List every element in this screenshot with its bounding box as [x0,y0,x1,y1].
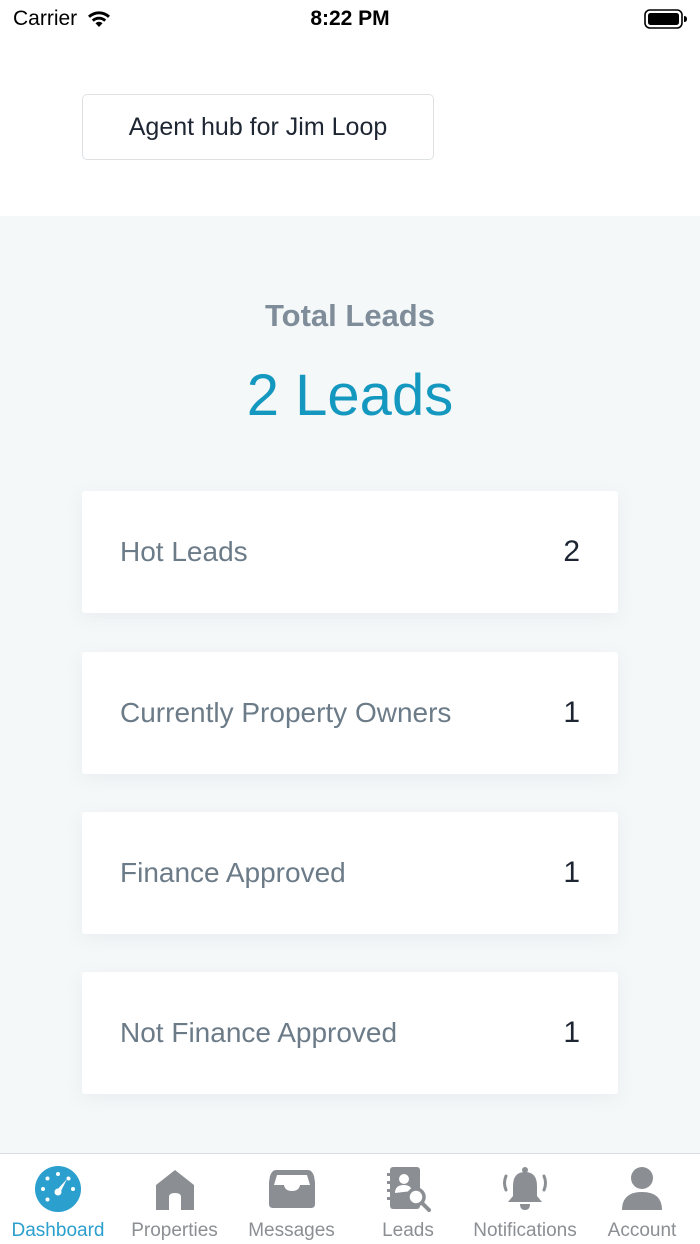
screen: Carrier 8:22 PM Agent hub for Jim Loop T… [0,0,700,1244]
stat-card-hot-leads[interactable]: Hot Leads 2 [82,491,618,613]
stat-label: Hot Leads [120,536,248,567]
stat-value: 1 [563,1016,580,1049]
stat-card-finance-approved[interactable]: Finance Approved 1 [82,812,618,934]
status-bar: Carrier 8:22 PM [0,0,700,40]
bell-icon [500,1164,550,1214]
user-icon [617,1164,667,1214]
total-leads-label: Total Leads [265,298,435,333]
home-icon [150,1164,200,1214]
tab-leads[interactable]: Leads [350,1154,466,1244]
agent-hub-button[interactable]: Agent hub for Jim Loop [82,94,434,160]
stat-label: Not Finance Approved [120,1017,398,1048]
inbox-icon [267,1164,317,1214]
tab-messages[interactable]: Messages [233,1154,350,1244]
contact-book-search-icon [383,1164,433,1214]
tab-label: Properties [131,1220,218,1241]
tab-label: Account [607,1220,677,1241]
tab-label: Leads [382,1220,434,1241]
tab-notifications[interactable]: Notifications [466,1154,584,1244]
tab-properties[interactable]: Properties [116,1154,233,1244]
tab-account[interactable]: Account [584,1154,700,1244]
clock: 8:22 PM [310,7,390,30]
tab-dashboard[interactable]: Dashboard [0,1154,116,1244]
dashboard-content: Total Leads 2 Leads Hot Leads 2 Currentl… [0,216,700,1154]
dashboard-icon [33,1164,83,1214]
agent-hub-label: Agent hub for Jim Loop [128,112,388,141]
battery-icon [644,9,687,29]
tab-bar: Dashboard Properties Messages Leads Noti… [0,1153,700,1244]
total-leads-value: 2 Leads [246,363,454,428]
stat-label: Finance Approved [120,857,346,888]
stat-card-not-finance-approved[interactable]: Not Finance Approved 1 [82,972,618,1094]
stat-card-property-owners[interactable]: Currently Property Owners 1 [82,652,618,774]
stat-label: Currently Property Owners [120,697,452,728]
tab-label: Messages [248,1220,335,1241]
stat-value: 2 [563,535,580,568]
tab-label: Notifications [473,1220,577,1241]
stat-value: 1 [563,696,580,729]
tab-label: Dashboard [11,1220,105,1241]
stat-value: 1 [563,856,580,889]
